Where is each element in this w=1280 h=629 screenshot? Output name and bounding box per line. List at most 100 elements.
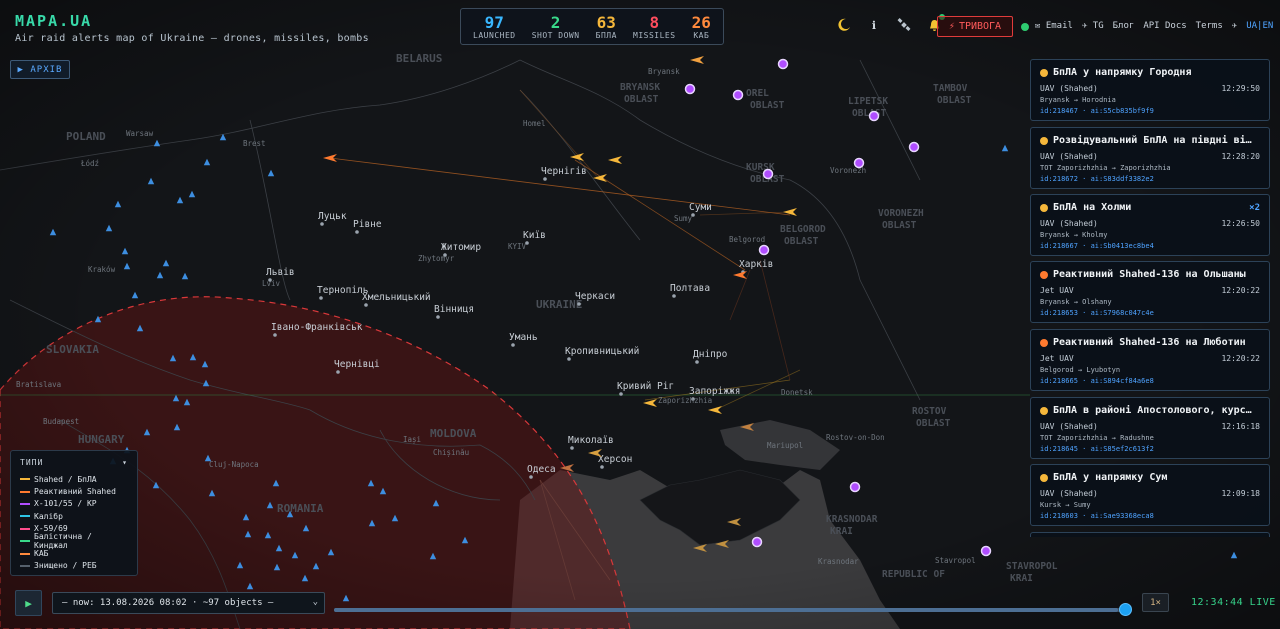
stat-label: LAUNCHED [473, 30, 516, 40]
alert-card[interactable]: БпЛА на Холми ×2 UAV (Shahed) 12:26:50 Bryan… [1030, 194, 1270, 256]
alert-type-dot [1040, 136, 1048, 145]
plane-icon[interactable]: ✈ [1232, 21, 1237, 31]
timeline-track[interactable] [334, 608, 1126, 612]
language-switch[interactable]: UA|EN [1246, 21, 1273, 31]
city-dot [567, 357, 571, 361]
region-label: OBLAST [937, 95, 972, 106]
blog-link[interactable]: Блог [1113, 21, 1135, 31]
telegram-link[interactable]: ✈ TG [1082, 21, 1104, 31]
legend-label: Знищено / РЕБ [34, 561, 97, 571]
legend-item[interactable]: Калібр [20, 510, 128, 522]
alert-type-dot [1040, 270, 1048, 279]
city-label-small: Łódź [80, 159, 99, 168]
missile-marker[interactable] [732, 89, 744, 101]
missile-marker[interactable] [758, 244, 770, 256]
city-label: Рівне [353, 219, 382, 230]
legend-item[interactable]: Знищено / РЕБ [20, 560, 128, 572]
speed-button[interactable]: 1× [1142, 593, 1169, 612]
alert-title-row: Реактивний Shahed-136 на Люботин [1040, 337, 1260, 348]
alert-card[interactable]: БпЛА в районі Апостолового, курс у … UAV … [1030, 397, 1270, 459]
alert-title-row: Розвідувальний БпЛА на півдні від З… [1040, 135, 1260, 146]
timeline-handle[interactable] [1119, 603, 1132, 616]
city-label: Київ [523, 230, 546, 241]
missile-marker[interactable] [751, 536, 763, 548]
city-label: Полтава [670, 283, 710, 294]
country-label: SLOVAKIA [46, 343, 99, 356]
archive-button[interactable]: ▶ АРХІВ [10, 60, 70, 79]
missile-marker[interactable] [853, 157, 865, 169]
terms-link[interactable]: Terms [1196, 21, 1223, 31]
alert-id[interactable]: id:218672 · ai:S83ddf3382e2 [1040, 175, 1260, 183]
play-button[interactable]: ▶ [15, 590, 42, 616]
alert-type: Jet UAV [1040, 286, 1074, 295]
alert-route: Bryansk → Olshany [1040, 298, 1112, 306]
info-icon[interactable]: ℹ [866, 17, 882, 33]
alert-id[interactable]: id:218603 · ai:Sae93368eca8 [1040, 512, 1260, 520]
moon-icon[interactable] [836, 17, 852, 33]
city-label: Кропивницький [565, 346, 639, 357]
missile-marker[interactable] [980, 545, 992, 557]
stat-label: MISSILES [633, 30, 676, 40]
alert-id[interactable]: id:218665 · ai:S894cf84a6e8 [1040, 377, 1260, 385]
alert-card[interactable] [1030, 532, 1270, 537]
city-label: Хмельницький [362, 292, 431, 303]
city-label: Херсон [598, 454, 632, 465]
city-label-small: Iași [403, 435, 421, 445]
city-label-small: Donetsk [781, 388, 813, 397]
alert-card[interactable]: Реактивний Shahed-136 на Ольшаны Jet UAV 1… [1030, 261, 1270, 323]
missile-marker[interactable] [868, 110, 880, 122]
missile-marker[interactable] [684, 83, 696, 95]
header-links: ✉ Email ✈ TG Блог API Docs Terms ✈ UA|EN [1035, 21, 1273, 31]
alert-card[interactable]: Реактивний Shahed-136 на Люботин Jet UAV 1… [1030, 329, 1270, 391]
stat-label: БПЛА [595, 30, 617, 40]
chevron-down-icon: ⌄ [312, 597, 318, 607]
api-docs-link[interactable]: API Docs [1143, 21, 1186, 31]
missile-marker[interactable] [762, 168, 774, 180]
city-label: Черкаси [575, 291, 615, 302]
city-label-small: Krasnodar [818, 557, 859, 566]
email-link[interactable]: ✉ Email [1035, 21, 1073, 31]
city-dot [619, 392, 623, 396]
alert-card[interactable]: БпЛА у напрямку Сум UAV (Shahed) 12:09:18 K… [1030, 464, 1270, 526]
satellite-icon[interactable] [896, 17, 912, 33]
missile-marker[interactable] [849, 481, 861, 493]
city-label: Чернігів [541, 166, 587, 177]
legend-label: Х-101/55 / КР [34, 499, 97, 509]
alert-id[interactable]: id:218645 · ai:S85ef2c613f2 [1040, 445, 1260, 453]
legend-item[interactable]: Shahed / БпЛА [20, 473, 128, 485]
legend-item[interactable]: Балістична / Кинджал [20, 532, 128, 551]
alert-feed[interactable]: БпЛА у напрямку Городня UAV (Shahed) 12:29… [1030, 59, 1270, 537]
legend-label: Shahed / БпЛА [34, 474, 97, 484]
city-label: Миколаїв [568, 435, 614, 446]
city-label-small: Warsaw [126, 129, 154, 138]
alert-card[interactable]: Розвідувальний БпЛА на півдні від З… UAV … [1030, 127, 1270, 189]
alert-id[interactable]: id:218653 · ai:S7968c047c4e [1040, 309, 1260, 317]
alert-route: Kursk → Sumy [1040, 501, 1091, 509]
legend-item[interactable]: Х-101/55 / КР [20, 498, 128, 510]
alarm-button[interactable]: ⚡ ТРИВОГА [937, 16, 1013, 37]
city-label: Івано-Франківськ [271, 322, 363, 333]
city-dot [355, 230, 359, 234]
stat-missiles: 8 MISSILES [633, 14, 676, 40]
missile-marker[interactable] [908, 141, 920, 153]
chevron-down-icon[interactable]: ▾ [122, 458, 128, 467]
missile-marker[interactable] [777, 58, 789, 70]
timeline-progress [334, 608, 1119, 612]
alert-type: UAV (Shahed) [1040, 152, 1098, 161]
legend-label: Балістична / Кинджал [34, 532, 92, 551]
country-label: BELARUS [396, 52, 442, 65]
alert-card[interactable]: БпЛА у напрямку Городня UAV (Shahed) 12:29… [1030, 59, 1270, 121]
city-dot [336, 370, 340, 374]
alert-multiplier: ×2 [1249, 202, 1260, 213]
city-label-small: Zhytomyr [418, 254, 455, 263]
alert-id[interactable]: id:218667 · ai:Sb0413ec8be4 [1040, 242, 1260, 250]
region-label: BRYANSK [620, 82, 660, 93]
alert-title: БпЛА на Холми [1053, 202, 1132, 213]
legend-item[interactable]: Реактивний Shahed [20, 485, 128, 497]
alarm-label: ТРИВОГА [958, 21, 1002, 32]
city-dot [672, 294, 676, 298]
time-select[interactable]: — now: 13.08.2026 08:02 · ~97 objects — … [52, 592, 325, 614]
alert-id[interactable]: id:218467 · ai:S5cb835bf9f9 [1040, 107, 1260, 115]
city-dot [364, 303, 368, 307]
city-label-small: Mariupol [767, 441, 803, 450]
